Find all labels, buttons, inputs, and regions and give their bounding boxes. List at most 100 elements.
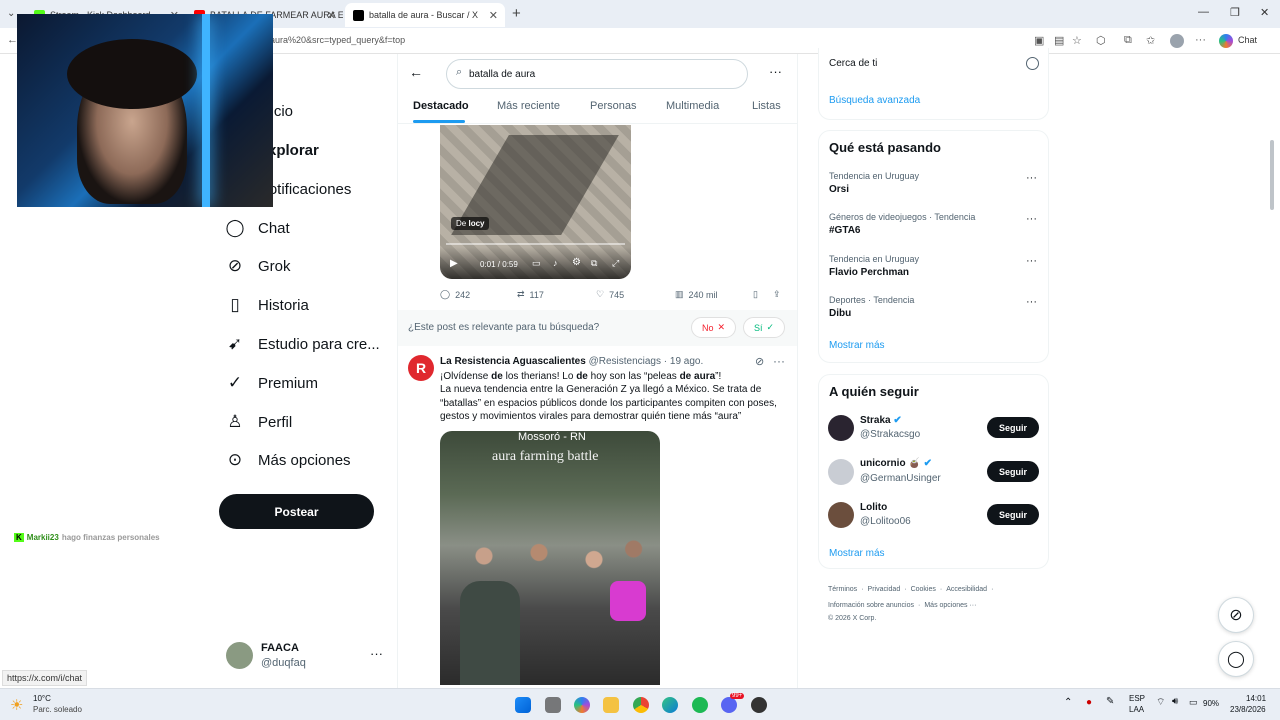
close-icon[interactable]: ✕: [489, 9, 498, 22]
split-screen-icon[interactable]: ⧉: [1124, 34, 1132, 47]
edge-icon[interactable]: [662, 697, 678, 713]
sidebar-item-profile[interactable]: ♙ Perfil: [225, 408, 292, 436]
spotify-icon[interactable]: [692, 697, 708, 713]
relevance-no-button[interactable]: No ✕: [691, 317, 736, 338]
more-dots-icon[interactable]: ···: [1026, 296, 1037, 308]
relevance-yes-button[interactable]: Sí ✓: [743, 317, 785, 338]
battery-icon[interactable]: ▭: [1189, 697, 1198, 708]
app-icon[interactable]: ▣: [1034, 34, 1044, 47]
clock-time[interactable]: 14:01: [1246, 694, 1266, 703]
follow-button[interactable]: Seguir: [987, 504, 1039, 525]
tab-media[interactable]: Multimedia: [666, 100, 719, 112]
chevron-up-icon[interactable]: ⌃: [1064, 697, 1072, 708]
post-image[interactable]: Mossoró - RN aura farming battle: [440, 431, 660, 685]
more-dots-icon[interactable]: ···: [1026, 172, 1037, 184]
follow-button[interactable]: Seguir: [987, 461, 1039, 482]
trend-item[interactable]: Tendencia en Uruguay Flavio Perchman: [829, 254, 919, 278]
like-button[interactable]: ♡ 745: [596, 289, 624, 300]
maximize-icon[interactable]: ❐: [1230, 6, 1240, 19]
wifi-icon[interactable]: ⌔: [1156, 696, 1165, 709]
more-dots-icon[interactable]: ···: [773, 354, 785, 368]
copilot-icon[interactable]: [1219, 34, 1233, 48]
settings-gear-icon[interactable]: ⚙: [572, 257, 581, 268]
more-dots-icon[interactable]: ···: [769, 64, 782, 79]
language-code[interactable]: ESP: [1129, 694, 1145, 703]
more-dots-icon[interactable]: ···: [1026, 255, 1037, 267]
minimize-icon[interactable]: —: [1198, 6, 1209, 18]
discord-icon[interactable]: [721, 697, 737, 713]
sidebar-item-more[interactable]: ⊙ Más opciones: [225, 446, 351, 474]
avatar[interactable]: [828, 502, 854, 528]
near-you-radio[interactable]: [1026, 57, 1039, 70]
grok-float-button[interactable]: ⊘: [1218, 597, 1254, 633]
trend-item[interactable]: Deportes · Tendencia Dibu: [829, 295, 914, 319]
footer-link-more[interactable]: Más opciones ···: [924, 602, 976, 609]
new-tab-icon[interactable]: +: [512, 5, 521, 22]
follow-name[interactable]: unicornio 🧉 ✔: [860, 458, 932, 469]
mute-icon[interactable]: ♪: [553, 258, 558, 268]
show-more-link[interactable]: Mostrar más: [829, 548, 885, 559]
footer-link-privacy[interactable]: Privacidad: [868, 586, 901, 593]
play-icon[interactable]: ▶: [450, 258, 458, 269]
post-avatar[interactable]: R: [408, 355, 434, 381]
url-field[interactable]: aura%20&src=typed_query&f=top: [270, 35, 405, 45]
show-more-link[interactable]: Mostrar más: [829, 340, 885, 351]
weather-icon[interactable]: ☀: [10, 696, 23, 714]
views-button[interactable]: ▥ 240 mil: [675, 289, 718, 300]
battery-percent[interactable]: 90%: [1203, 699, 1219, 708]
scrollbar[interactable]: [1270, 140, 1274, 210]
favorite-star-icon[interactable]: ☆: [1072, 34, 1082, 47]
tab-people[interactable]: Personas: [590, 100, 636, 112]
sidebar-item-bookmarks[interactable]: ▯ Historia: [225, 291, 309, 319]
post-handle[interactable]: @Resistenciags: [589, 356, 661, 367]
grok-icon[interactable]: ⊘: [755, 355, 764, 368]
sidebar-item-creator-studio[interactable]: ➹ Estudio para cre...: [225, 330, 380, 358]
sidebar-item-chat[interactable]: ◯ Chat: [225, 214, 289, 242]
sidebar-item-premium[interactable]: ✓ Premium: [225, 369, 318, 397]
language-layout[interactable]: LAA: [1129, 705, 1144, 714]
follow-name[interactable]: Straka ✔: [860, 415, 902, 426]
captions-icon[interactable]: ▭: [532, 258, 541, 269]
post-date[interactable]: · 19 ago.: [664, 356, 703, 367]
reader-icon[interactable]: ▤: [1054, 34, 1064, 47]
start-icon[interactable]: [515, 697, 531, 713]
copilot-icon[interactable]: [574, 697, 590, 713]
task-view-icon[interactable]: [545, 697, 561, 713]
copilot-chat-label[interactable]: Chat: [1238, 35, 1257, 45]
reply-button[interactable]: ◯ 242: [440, 289, 470, 300]
record-icon[interactable]: ●: [1086, 697, 1092, 708]
advanced-search-link[interactable]: Búsqueda avanzada: [829, 95, 920, 106]
trend-item[interactable]: Géneros de videojuegos · Tendencia #GTA6: [829, 212, 975, 236]
back-arrow-icon[interactable]: ←: [409, 64, 423, 80]
more-dots-icon[interactable]: ···: [1195, 34, 1206, 46]
sidebar-item-grok[interactable]: ⊘ Grok: [225, 252, 291, 280]
footer-link-ads[interactable]: Información sobre anuncios: [828, 602, 914, 609]
share-button[interactable]: ⇪: [773, 289, 781, 300]
pen-icon[interactable]: ✎: [1106, 696, 1114, 707]
profile-avatar[interactable]: [1170, 34, 1184, 48]
avatar[interactable]: [828, 459, 854, 485]
avatar[interactable]: [828, 415, 854, 441]
post-button[interactable]: Postear: [219, 494, 374, 529]
close-icon[interactable]: ✕: [327, 9, 336, 22]
weather-desc[interactable]: Parc. soleado: [33, 705, 82, 714]
bookmark-button[interactable]: ▯: [753, 289, 758, 300]
clock-date[interactable]: 23/8/2026: [1230, 705, 1266, 714]
video-player[interactable]: De locy ▶ 0:01 / 0:59 ▭ ♪ ⚙ ⧉ ⤢: [440, 125, 631, 279]
volume-icon[interactable]: 🔊︎: [1172, 696, 1178, 707]
footer-link-cookies[interactable]: Cookies: [911, 586, 936, 593]
post-author[interactable]: La Resistencia Aguascalientes: [440, 356, 586, 367]
search-input[interactable]: ⌕ batalla de aura: [446, 59, 748, 89]
weather-temp[interactable]: 10°C: [33, 694, 51, 703]
fullscreen-icon[interactable]: ⤢: [612, 258, 619, 269]
account-switcher[interactable]: FAACA @duqfaq ···: [226, 640, 386, 674]
follow-button[interactable]: Seguir: [987, 417, 1039, 438]
window-close-icon[interactable]: ✕: [1260, 6, 1269, 19]
obs-icon[interactable]: [751, 697, 767, 713]
tab-latest[interactable]: Más reciente: [497, 100, 560, 112]
footer-link-terms[interactable]: Términos: [828, 586, 857, 593]
tab-list-icon[interactable]: ⌄: [7, 8, 15, 19]
repost-button[interactable]: ⇄ 117: [517, 289, 544, 300]
chat-float-button[interactable]: ◯: [1218, 641, 1254, 677]
pip-icon[interactable]: ⧉: [591, 258, 597, 269]
